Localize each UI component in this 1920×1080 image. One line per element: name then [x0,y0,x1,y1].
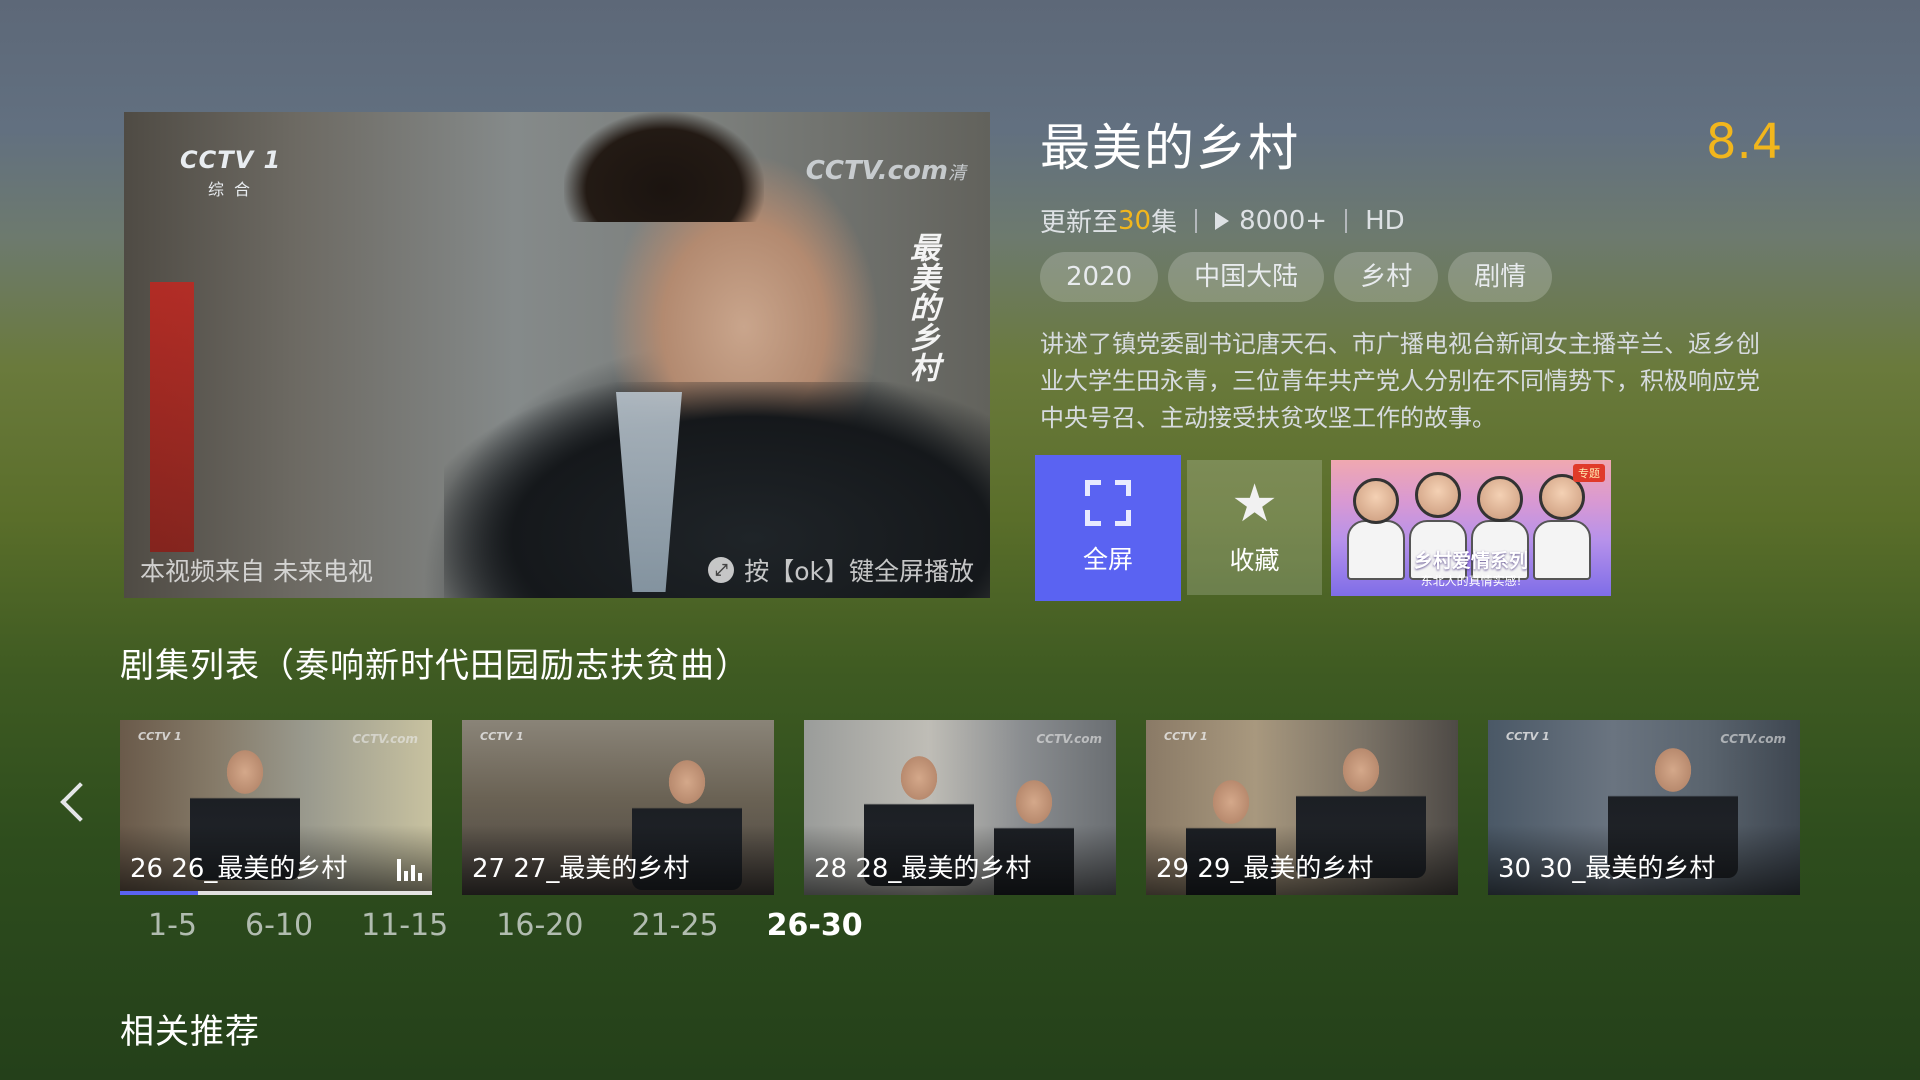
episode-card-29[interactable]: CCTV 1 29 29_最美的乡村 [1146,720,1458,895]
range-tab-26-30[interactable]: 26-30 [767,908,863,943]
favorite-button[interactable]: ★ 收藏 [1187,460,1322,595]
channel-logo: CCTV 1 综合 [180,146,300,199]
ok-key-icon: ⤢ [708,557,735,583]
channel-logo-sub: 综合 [208,180,261,199]
episode-card-28[interactable]: CCTV.com 28 28_最美的乡村 [804,720,1116,895]
now-playing-icon [397,857,422,881]
range-tab-6-10[interactable]: 6-10 [245,908,313,943]
channel-logo-text: CCTV 1 [180,146,282,174]
episode-card-30[interactable]: CCTV 1 CCTV.com 30 30_最美的乡村 [1488,720,1800,895]
video-player[interactable]: CCTV 1 综合 CCTV.com清 最美的乡村 本视频来自 未来电视 ⤢ 按… [124,112,990,598]
thumbnail-channel-logo: CCTV 1 [1164,730,1208,743]
favorite-label: 收藏 [1229,545,1280,575]
update-suffix: 集 [1151,208,1178,238]
thumbnail-channel-logo: CCTV 1 [1506,730,1550,743]
watermark-sub: 清 [948,163,966,184]
episode-card-26[interactable]: CCTV 1 CCTV.com 26 26_最美的乡村 [120,720,432,895]
promo-subtitle: 东北人的真情实感! [1420,574,1522,588]
watermark-text: CCTV.com [805,156,948,186]
episode-range-tabs: 1-5 6-10 11-15 16-20 21-25 26-30 [120,908,911,943]
fullscreen-hint-text: 按【ok】键全屏播放 [744,557,974,586]
tag-region[interactable]: 中国大陆 [1168,252,1325,302]
show-description: 讲述了镇党委副书记唐天石、市广播电视台新闻女主播辛兰、返乡创业大学生田永青，三位… [1040,330,1760,432]
promo-banner[interactable]: 专题 乡村爱情系列 东北人的真情实感! [1331,460,1611,596]
fullscreen-label: 全屏 [1082,545,1133,574]
fullscreen-button[interactable]: 全屏 [1035,455,1181,601]
thumbnail-channel-logo: CCTV 1 [480,730,524,743]
scene-red-banner [150,282,194,552]
tag-genre[interactable]: 剧情 [1448,252,1553,302]
promo-figure-head [1353,478,1399,524]
range-tab-16-20[interactable]: 16-20 [496,908,583,943]
fullscreen-hint: ⤢ 按【ok】键全屏播放 [708,552,974,588]
thumbnail-channel-logo: CCTV 1 [138,730,182,743]
star-icon: ★ [1231,473,1278,534]
promo-title: 乡村爱情系列 [1413,550,1528,572]
episode-label: 28 28_最美的乡村 [814,854,1032,884]
episode-label: 26 26_最美的乡村 [130,854,348,884]
thumbnail-watermark: CCTV.com [352,732,418,746]
play-count: 8000+ [1239,205,1328,236]
thumbnail-watermark: CCTV.com [1036,732,1102,746]
tag-theme[interactable]: 乡村 [1334,252,1439,302]
source-caption: 本视频来自 未来电视 [140,557,373,586]
related-section-title: 相关推荐 [120,1012,260,1052]
tag-year[interactable]: 2020 [1040,252,1159,302]
show-meta: 更新至 30 集 8000+ HD [1040,202,1405,239]
promo-figure-head [1415,472,1461,518]
overlay-vertical-title: 最美的乡村 [904,232,939,382]
fullscreen-icon [1085,480,1131,526]
episode-list: CCTV 1 CCTV.com 26 26_最美的乡村 CCTV 1 27 27… [120,720,1800,895]
promo-figure-head [1477,476,1523,522]
show-rating: 8.4 [1706,114,1783,170]
tag-list: 2020 中国大陆 乡村 剧情 [1040,252,1553,302]
episode-section-title: 剧集列表（奏响新时代田园励志扶贫曲） [120,646,750,686]
play-count-icon [1215,211,1230,230]
update-count: 30 [1118,205,1152,236]
promo-badge: 专题 [1573,464,1605,482]
update-prefix: 更新至 [1040,208,1119,238]
range-tab-21-25[interactable]: 21-25 [631,908,718,943]
quality-label: HD [1365,205,1405,236]
episode-label: 29 29_最美的乡村 [1156,854,1374,884]
episode-label: 30 30_最美的乡村 [1498,854,1716,884]
scene-hair [564,112,764,222]
episode-card-27[interactable]: CCTV 1 27 27_最美的乡村 [462,720,774,895]
chevron-left-icon[interactable] [56,780,86,824]
range-tab-1-5[interactable]: 1-5 [148,908,197,943]
show-title: 最美的乡村 [1040,119,1300,177]
meta-divider [1345,208,1348,233]
episode-label: 27 27_最美的乡村 [472,854,690,884]
watermark-logo: CCTV.com清 [806,156,966,186]
range-tab-11-15[interactable]: 11-15 [361,908,448,943]
thumbnail-watermark: CCTV.com [1720,732,1786,746]
episode-progress-fill [120,891,198,895]
meta-divider [1195,208,1198,233]
